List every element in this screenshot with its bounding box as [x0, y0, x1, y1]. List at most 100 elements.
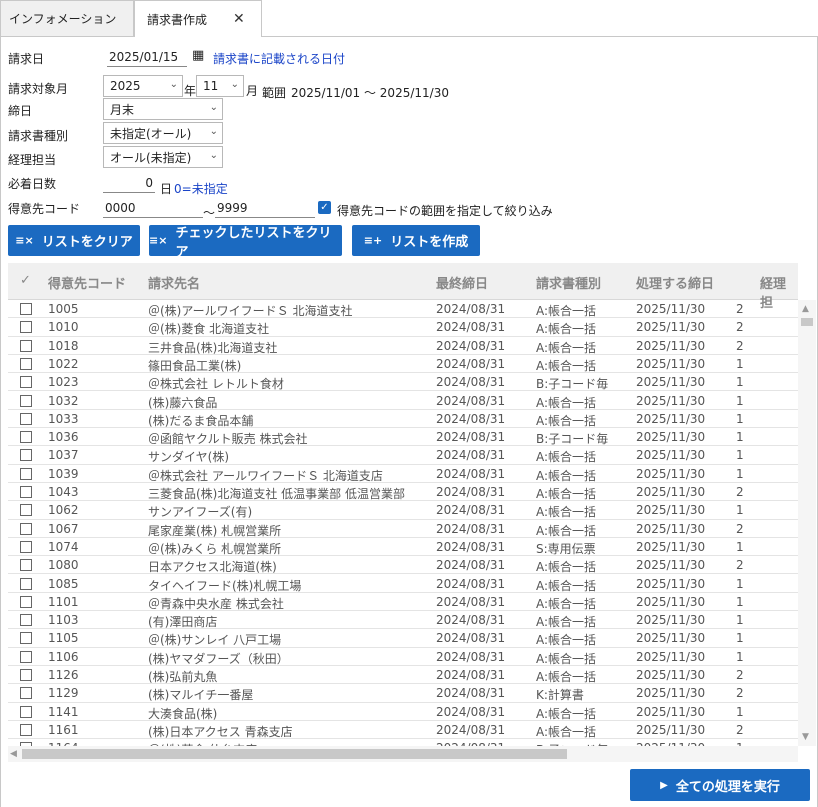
- row-checkbox[interactable]: [20, 357, 32, 370]
- cell-invoice-type: A:帳合一括: [536, 413, 597, 428]
- cell-last-closing: 2024/08/31: [436, 338, 506, 353]
- target-month-label: 請求対象月: [8, 82, 69, 96]
- cell-customer-code: 1032: [48, 393, 79, 408]
- calendar-icon[interactable]: ▦: [192, 48, 204, 63]
- table-row[interactable]: 1018 三井食品(株)北海道支社 2024/08/31 A:帳合一括 2025/11/…: [8, 337, 798, 355]
- table-row[interactable]: 1129 (株)マルイチ一番屋 2024/08/31 K:計算書 2025/11/30 2: [8, 684, 798, 703]
- arrival-days-unit: 日: [160, 182, 173, 196]
- table-row[interactable]: 1033 (株)だるま食品本舗 2024/08/31 A:帳合一括 2025/11/30…: [8, 410, 798, 429]
- row-checkbox[interactable]: [20, 669, 32, 681]
- row-checkbox[interactable]: [20, 394, 32, 407]
- row-checkbox[interactable]: [20, 705, 32, 718]
- clear-list-button[interactable]: ≡× リストをクリア: [8, 225, 140, 256]
- table-row[interactable]: 1062 サンアイフーズ(有) 2024/08/31 A:帳合一括 2025/11/30…: [8, 501, 798, 520]
- create-list-button[interactable]: ≡+ リストを作成: [352, 225, 480, 256]
- row-checkbox[interactable]: [20, 595, 32, 608]
- row-checkbox[interactable]: [20, 303, 32, 315]
- horizontal-scroll-thumb[interactable]: [22, 749, 567, 759]
- row-checkbox[interactable]: [20, 504, 32, 517]
- table-row[interactable]: 1106 (株)ヤマダフーズ（秋田） 2024/08/31 A:帳合一括 2025/11…: [8, 648, 798, 666]
- invoice-type-select[interactable]: 未指定(オール) ⌄: [103, 122, 223, 144]
- table-row[interactable]: 1126 (株)弘前丸魚 2024/08/31 A:帳合一括 2025/11/30 2: [8, 666, 798, 685]
- cell-customer-code: 1005: [48, 302, 79, 316]
- filter-checkbox[interactable]: ✓: [318, 201, 331, 214]
- year-select[interactable]: 2025 ⌄: [103, 75, 183, 97]
- row-checkbox[interactable]: [20, 321, 32, 334]
- cell-accountant: 1: [736, 576, 744, 591]
- header-customer-code[interactable]: 得意先コード: [48, 273, 126, 292]
- table-row[interactable]: 1105 ＠(株)サンレイ 八戸工場 2024/08/31 A:帳合一括 2025/11…: [8, 629, 798, 648]
- header-process-closing[interactable]: 処理する締日: [636, 273, 714, 292]
- arrival-days-input[interactable]: 0: [103, 173, 155, 193]
- table-row[interactable]: 1022 篠田食品工業(株) 2024/08/31 A:帳合一括 2025/11/30 1: [8, 355, 798, 374]
- table-row[interactable]: 1039 ＠株式会社 アールワイフードＳ 北海道支店 2024/08/31 A:帳合一…: [8, 465, 798, 483]
- row-checkbox[interactable]: [20, 614, 32, 627]
- month-select[interactable]: 11 ⌄: [196, 75, 244, 97]
- cell-accountant: 2: [736, 722, 744, 737]
- table-row[interactable]: 1067 尾家産業(株) 札幌営業所 2024/08/31 A:帳合一括 2025/11…: [8, 520, 798, 538]
- cell-customer-code: 1161: [48, 722, 79, 737]
- table-row[interactable]: 1010 ＠(株)菱食 北海道支社 2024/08/31 A:帳合一括 2025/11/…: [8, 318, 798, 337]
- customer-code-from-input[interactable]: 0000: [103, 198, 203, 218]
- horizontal-scrollbar[interactable]: ◀: [8, 746, 798, 762]
- table-row[interactable]: 1161 (株)日本アクセス 青森支店 2024/08/31 A:帳合一括 2025/1…: [8, 721, 798, 740]
- table-row[interactable]: 1103 (有)澤田商店 2024/08/31 A:帳合一括 2025/11/30 1: [8, 611, 798, 630]
- table-row[interactable]: 1141 大湊食品(株) 2024/08/31 A:帳合一括 2025/11/30 1: [8, 703, 798, 721]
- row-checkbox[interactable]: [20, 449, 32, 462]
- cell-invoice-type: B:子コード毎: [536, 432, 609, 447]
- scroll-left-icon[interactable]: ◀: [10, 749, 17, 759]
- row-checkbox[interactable]: [20, 559, 32, 572]
- table-row[interactable]: 1074 ＠(株)みくら 札幌営業所 2024/08/31 S:専用伝票 2025/11…: [8, 538, 798, 557]
- vertical-scrollbar[interactable]: ▲ ▼: [798, 300, 816, 746]
- table-row[interactable]: 1043 三菱食品(株)北海道支社 低温事業部 低温営業部 2024/08/31 A:…: [8, 483, 798, 502]
- cell-customer-code: 1067: [48, 521, 79, 536]
- header-invoice-type[interactable]: 請求書種別: [536, 273, 601, 292]
- tab-invoice-creation[interactable]: 請求書作成 ✕: [134, 0, 262, 37]
- table-row[interactable]: 1085 タイヘイフード(株)札幌工場 2024/08/31 A:帳合一括 2025/1…: [8, 575, 798, 593]
- scroll-down-icon[interactable]: ▼: [802, 732, 809, 742]
- cell-invoice-type: A:帳合一括: [536, 578, 597, 593]
- cell-invoice-type: A:帳合一括: [536, 523, 597, 538]
- closing-day-value: 月末: [110, 102, 135, 117]
- table-row[interactable]: 1037 サンダイヤ(株) 2024/08/31 A:帳合一括 2025/11/30 1: [8, 446, 798, 465]
- row-checkbox[interactable]: [20, 339, 32, 352]
- cell-accountant: 1: [736, 411, 744, 426]
- scroll-up-icon[interactable]: ▲: [802, 304, 809, 314]
- cell-last-closing: 2024/08/31: [436, 320, 506, 335]
- table-row[interactable]: 1080 日本アクセス北海道(株) 2024/08/31 A:帳合一括 2025/11/…: [8, 556, 798, 575]
- row-checkbox[interactable]: [20, 467, 32, 480]
- table-row[interactable]: 1164＠(株)菱食 仙台支店2024/08/31B:子コード毎2025/11/…: [8, 739, 798, 746]
- row-checkbox[interactable]: [20, 632, 32, 645]
- row-checkbox[interactable]: [20, 522, 32, 535]
- table-row[interactable]: 1005 ＠(株)アールワイフードＳ 北海道支社 2024/08/31 A:帳合一括 2…: [8, 300, 798, 319]
- invoice-date-input[interactable]: 2025/01/15: [107, 47, 187, 67]
- row-checkbox[interactable]: [20, 376, 32, 389]
- vertical-scroll-thumb[interactable]: [801, 318, 813, 326]
- row-checkbox[interactable]: [20, 577, 32, 590]
- run-all-button[interactable]: ▶ 全ての処理を実行: [630, 769, 810, 801]
- row-checkbox[interactable]: [20, 540, 32, 553]
- customer-code-to-input[interactable]: 9999: [215, 198, 315, 218]
- row-checkbox[interactable]: [20, 650, 32, 663]
- cell-billing-name: (株)マルイチ一番屋: [148, 688, 254, 703]
- table-row[interactable]: 1032 (株)藤六食品 2024/08/31 A:帳合一括 2025/11/30 1: [8, 392, 798, 410]
- header-last-closing[interactable]: 最終締日: [436, 273, 488, 292]
- header-check[interactable]: ✓: [20, 273, 31, 288]
- tab-information[interactable]: インフォメーション: [0, 0, 134, 37]
- row-checkbox[interactable]: [20, 412, 32, 425]
- row-checkbox[interactable]: [20, 431, 32, 444]
- header-billing-name[interactable]: 請求先名: [148, 273, 200, 292]
- add-list-icon: ≡+: [363, 234, 383, 247]
- chevron-down-icon: ⌄: [230, 79, 239, 90]
- row-checkbox[interactable]: [20, 687, 32, 700]
- accountant-select[interactable]: オール(未指定) ⌄: [103, 146, 223, 168]
- row-checkbox[interactable]: [20, 486, 32, 498]
- clear-checked-button[interactable]: ≡× チェックしたリストをクリア: [149, 225, 342, 260]
- table-row[interactable]: 1036 ＠函館ヤクルト販売 株式会社 2024/08/31 B:子コード毎 2025/…: [8, 428, 798, 447]
- close-icon[interactable]: ✕: [233, 11, 245, 27]
- cell-last-closing: 2024/08/31: [436, 356, 506, 371]
- table-row[interactable]: 1023 ＠株式会社 レトルト食材 2024/08/31 B:子コード毎 2025/11…: [8, 373, 798, 392]
- row-checkbox[interactable]: [20, 723, 32, 736]
- closing-day-select[interactable]: 月末 ⌄: [103, 98, 223, 120]
- table-row[interactable]: 1101 ＠青森中央水産 株式会社 2024/08/31 A:帳合一括 2025/11/…: [8, 593, 798, 612]
